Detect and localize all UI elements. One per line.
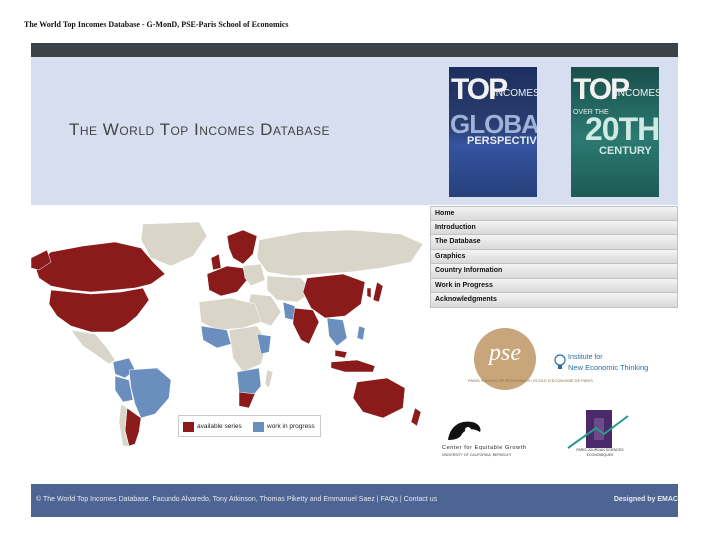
map-australia <box>352 377 406 419</box>
top-bar <box>31 43 678 57</box>
legend-label-available: available series <box>197 423 242 430</box>
map-new-zealand <box>410 407 422 427</box>
book2-title-incomes: INCOMES <box>615 88 659 99</box>
legend-swatch-work-in-progress <box>253 422 264 432</box>
map-russia <box>256 229 424 277</box>
inet-bulb-icon <box>554 354 566 369</box>
map-pakistan <box>282 301 296 321</box>
site-title[interactable]: The World Top Incomes Database <box>69 120 330 140</box>
nav-acknowledgments[interactable]: Acknowledgments <box>430 293 678 308</box>
map-madagascar <box>264 369 274 389</box>
nav-the-database[interactable]: The Database <box>430 235 678 250</box>
ceg-name: Center for Equitable Growth <box>442 445 527 451</box>
footer-credits[interactable]: © The World Top Incomes Database. Facund… <box>36 496 437 503</box>
map-india <box>292 307 320 345</box>
ceg-logo-icon[interactable] <box>444 416 484 444</box>
map-usa <box>48 287 150 333</box>
map-eastern-europe <box>242 263 266 287</box>
map-western-europe <box>206 265 248 297</box>
map-indochina <box>326 317 348 347</box>
pse-caption: PARIS SCHOOL OF ECONOMICS / ECOLE D'ECON… <box>468 378 593 383</box>
ceg-sub: UNIVERSITY OF CALIFORNIA, BERKELEY <box>442 453 512 457</box>
book1-title-incomes: INCOMES <box>493 88 537 99</box>
footer-designer[interactable]: Designed by EMAC <box>614 496 678 503</box>
book2-title-20th: 20TH <box>585 111 659 147</box>
book1-title-perspective: PERSPECTIVE <box>467 135 537 147</box>
map-scandinavia <box>226 229 258 265</box>
map-brazil <box>128 367 172 419</box>
legend-swatch-available <box>183 422 194 432</box>
main-nav: Home Introduction The Database Graphics … <box>430 206 678 308</box>
book-cover-global-perspective[interactable]: TOP INCOMES GLOBAL PERSPECTIVE <box>449 67 537 197</box>
nav-home[interactable]: Home <box>430 206 678 221</box>
nav-graphics[interactable]: Graphics <box>430 249 678 264</box>
map-japan <box>372 281 384 303</box>
map-korea <box>366 287 372 299</box>
map-mexico <box>70 329 116 365</box>
ppe-caption: PARIS-JOURDAN SCIENCES ECONOMIQUES <box>576 448 624 457</box>
book-cover-20th-century[interactable]: TOP INCOMES OVER THE 20TH CENTURY <box>571 67 659 197</box>
footer: © The World Top Incomes Database. Facund… <box>31 484 678 517</box>
header-banner: The World Top Incomes Database TOP INCOM… <box>31 57 678 205</box>
map-uk <box>210 253 222 271</box>
map-legend: available series work in progress <box>178 415 321 437</box>
page-title: The World Top Incomes Database - G-MonD,… <box>24 20 289 29</box>
nav-country-information[interactable]: Country Information <box>430 264 678 279</box>
pse-logo-mark: pse <box>489 340 521 366</box>
map-indonesia <box>330 359 376 373</box>
nav-work-in-progress[interactable]: Work in Progress <box>430 278 678 293</box>
map-philippines <box>356 325 366 341</box>
map-south-africa <box>238 391 256 409</box>
inet-line1: Institute for <box>568 354 603 361</box>
map-malaysia <box>334 349 348 359</box>
book2-title-century: CENTURY <box>599 145 652 157</box>
inet-line2: New Economic Thinking <box>568 363 649 372</box>
legend-label-work-in-progress: work in progress <box>267 423 315 430</box>
nav-introduction[interactable]: Introduction <box>430 220 678 235</box>
map-canada <box>34 241 166 293</box>
